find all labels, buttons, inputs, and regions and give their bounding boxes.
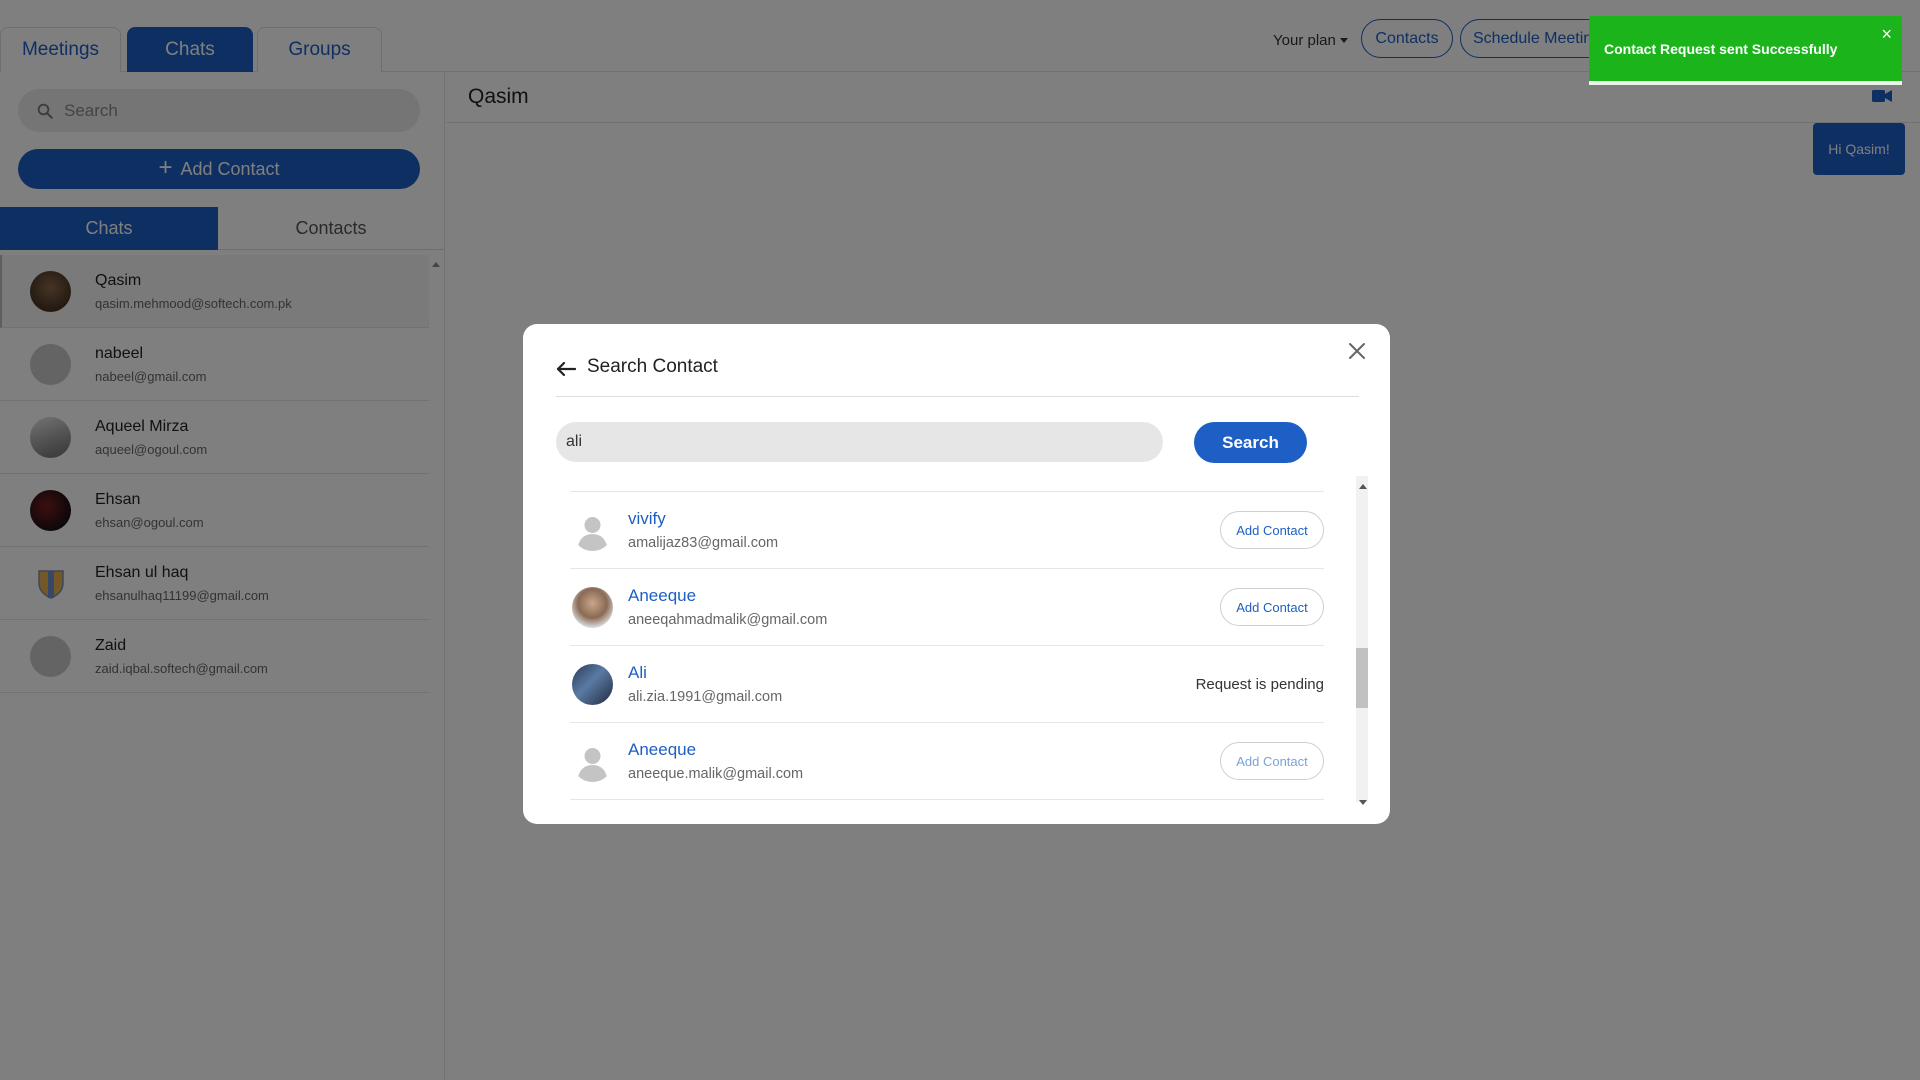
request-pending-status: Request is pending [1195, 676, 1324, 693]
toast-close-icon[interactable]: × [1881, 24, 1892, 45]
result-email: amalijaz83@gmail.com [628, 535, 779, 551]
result-row: Aneeque aneeqahmadmalik@gmail.com Add Co… [570, 569, 1324, 646]
search-results: vivify amalijaz83@gmail.com Add Contact … [570, 491, 1324, 801]
result-name[interactable]: Ali [628, 663, 782, 683]
add-contact-result-button[interactable]: Add Contact [1220, 588, 1324, 626]
result-email: aneeque.malik@gmail.com [628, 766, 804, 782]
result-name[interactable]: Aneeque [628, 740, 803, 760]
avatar [572, 586, 613, 628]
toast-progress-bar [1589, 81, 1902, 85]
default-avatar-icon [572, 509, 613, 551]
result-email: ali.zia.1991@gmail.com [628, 689, 783, 705]
search-button[interactable]: Search [1194, 422, 1307, 463]
scroll-down-arrow-icon[interactable] [1359, 800, 1367, 805]
result-name[interactable]: vivify [628, 509, 778, 529]
result-name[interactable]: Aneeque [628, 586, 827, 606]
result-row: vivify amalijaz83@gmail.com Add Contact [570, 492, 1324, 569]
result-row: Ali ali.zia.1991@gmail.com Request is pe… [570, 646, 1324, 723]
result-row: Aneeque aneeque.malik@gmail.com Add Cont… [570, 723, 1324, 800]
result-email: aneeqahmadmalik@gmail.com [628, 612, 828, 628]
back-arrow-icon[interactable] [556, 361, 576, 377]
success-toast: Contact Request sent Successfully × [1589, 16, 1902, 85]
results-scrollbar[interactable] [1356, 476, 1368, 802]
default-avatar-icon [572, 740, 613, 782]
close-icon[interactable] [1345, 339, 1369, 363]
add-contact-result-button[interactable]: Add Contact [1220, 742, 1324, 780]
search-contact-modal: Search Contact Search vivify amalijaz83@… [523, 324, 1390, 824]
scroll-up-arrow-icon[interactable] [1359, 484, 1367, 489]
toast-message: Contact Request sent Successfully [1604, 41, 1838, 57]
add-contact-result-button[interactable]: Add Contact [1220, 511, 1324, 549]
avatar [572, 663, 613, 705]
modal-divider [556, 396, 1359, 397]
results-scrollbar-thumb[interactable] [1356, 648, 1368, 708]
modal-title: Search Contact [587, 356, 718, 377]
contact-search-input[interactable] [556, 422, 1163, 462]
